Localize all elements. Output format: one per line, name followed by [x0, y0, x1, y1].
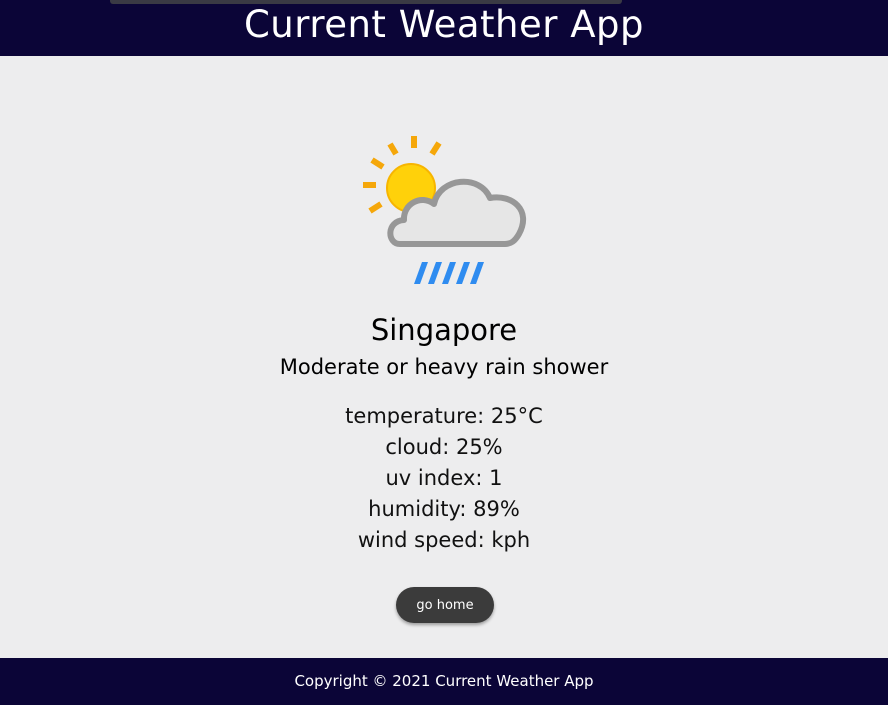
- go-home-button[interactable]: go home: [396, 587, 494, 623]
- uv-index-stat: uv index: 1: [385, 466, 503, 490]
- app-title: Current Weather App: [243, 3, 645, 46]
- copyright-text: Copyright © 2021 Current Weather App: [294, 672, 594, 690]
- city-name: Singapore: [370, 313, 518, 347]
- partly-cloudy-rain-icon: [354, 134, 534, 296]
- temperature-stat: temperature: 25°C: [345, 404, 543, 428]
- weather-condition: Moderate or heavy rain shower: [279, 355, 609, 379]
- wind-speed-stat: wind speed: kph: [357, 528, 531, 552]
- humidity-stat: humidity: 89%: [368, 497, 520, 521]
- weather-stats: temperature: 25°C cloud: 25% uv index: 1…: [0, 401, 888, 556]
- weather-panel: Singapore Moderate or heavy rain shower …: [0, 56, 888, 658]
- app-footer: Copyright © 2021 Current Weather App: [0, 658, 888, 705]
- app-header: Current Weather App: [0, 0, 888, 56]
- cloud-stat: cloud: 25%: [385, 435, 503, 459]
